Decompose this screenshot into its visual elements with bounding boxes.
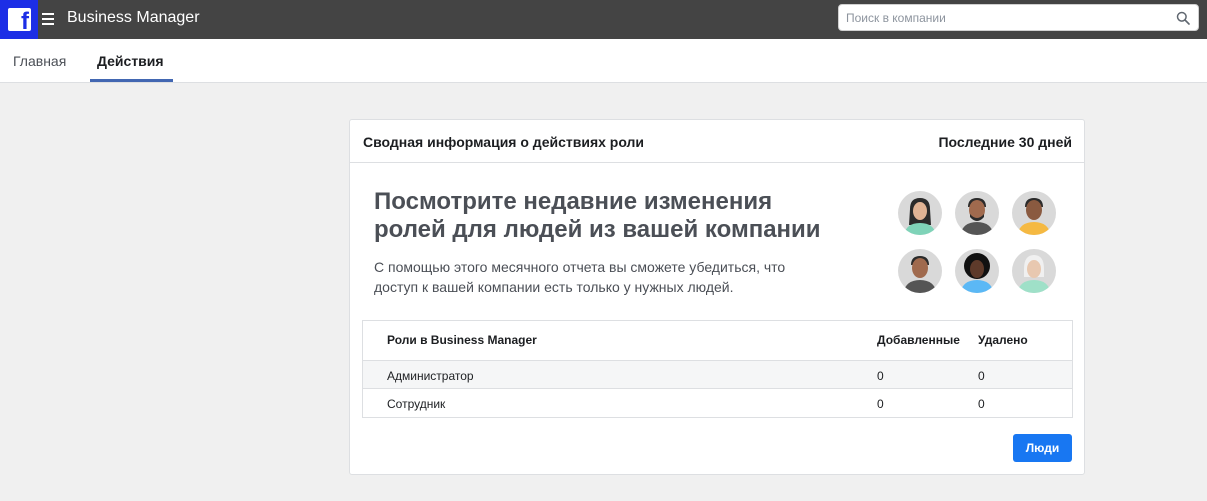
- search-icon[interactable]: [1176, 11, 1190, 25]
- person-avatar-icon: [955, 191, 999, 235]
- card-title: Сводная информация о действиях роли: [363, 134, 645, 150]
- top-bar: f Business Manager: [0, 0, 1207, 39]
- hamburger-icon[interactable]: [42, 11, 56, 27]
- search-input[interactable]: [846, 10, 1166, 26]
- person-avatar-icon: [898, 191, 942, 235]
- table-row: Администратор 0 0: [363, 360, 1072, 388]
- table-row: Сотрудник 0 0: [363, 388, 1072, 416]
- column-header-role: Роли в Business Manager: [387, 333, 537, 347]
- role-name: Сотрудник: [387, 397, 446, 411]
- person-avatar-icon: [898, 249, 942, 293]
- person-avatar-icon: [955, 249, 999, 293]
- added-count: 0: [877, 369, 884, 383]
- app-title: Business Manager: [67, 9, 200, 26]
- facebook-logo-icon[interactable]: f: [0, 0, 38, 39]
- active-tab-indicator: [90, 79, 173, 82]
- nav-tabs: Главная Действия: [0, 39, 1207, 83]
- column-header-added: Добавленные: [877, 333, 960, 347]
- person-avatar-icon: [1012, 191, 1056, 235]
- removed-count: 0: [978, 369, 985, 383]
- facebook-f-glyph: f: [21, 8, 29, 32]
- tab-actions[interactable]: Действия: [97, 53, 164, 69]
- people-button[interactable]: Люди: [1013, 434, 1072, 462]
- person-avatar-icon: [1012, 249, 1056, 293]
- promo-heading: Посмотрите недавние изменения ролей для …: [374, 188, 821, 243]
- added-count: 0: [877, 397, 884, 411]
- period-label: Последние 30 дней: [938, 134, 1072, 150]
- column-header-removed: Удалено: [978, 333, 1028, 347]
- promo-description: С помощью этого месячного отчета вы смож…: [374, 259, 786, 295]
- roles-table: Роли в Business Manager Добавленные Удал…: [362, 320, 1073, 418]
- removed-count: 0: [978, 397, 985, 411]
- search-box[interactable]: [838, 4, 1199, 31]
- facebook-logo-square: f: [8, 8, 31, 31]
- tab-home[interactable]: Главная: [13, 53, 66, 69]
- card-header: Сводная информация о действиях роли Посл…: [350, 120, 1084, 163]
- role-activity-card: Сводная информация о действиях роли Посл…: [349, 119, 1085, 475]
- role-name: Администратор: [387, 369, 474, 383]
